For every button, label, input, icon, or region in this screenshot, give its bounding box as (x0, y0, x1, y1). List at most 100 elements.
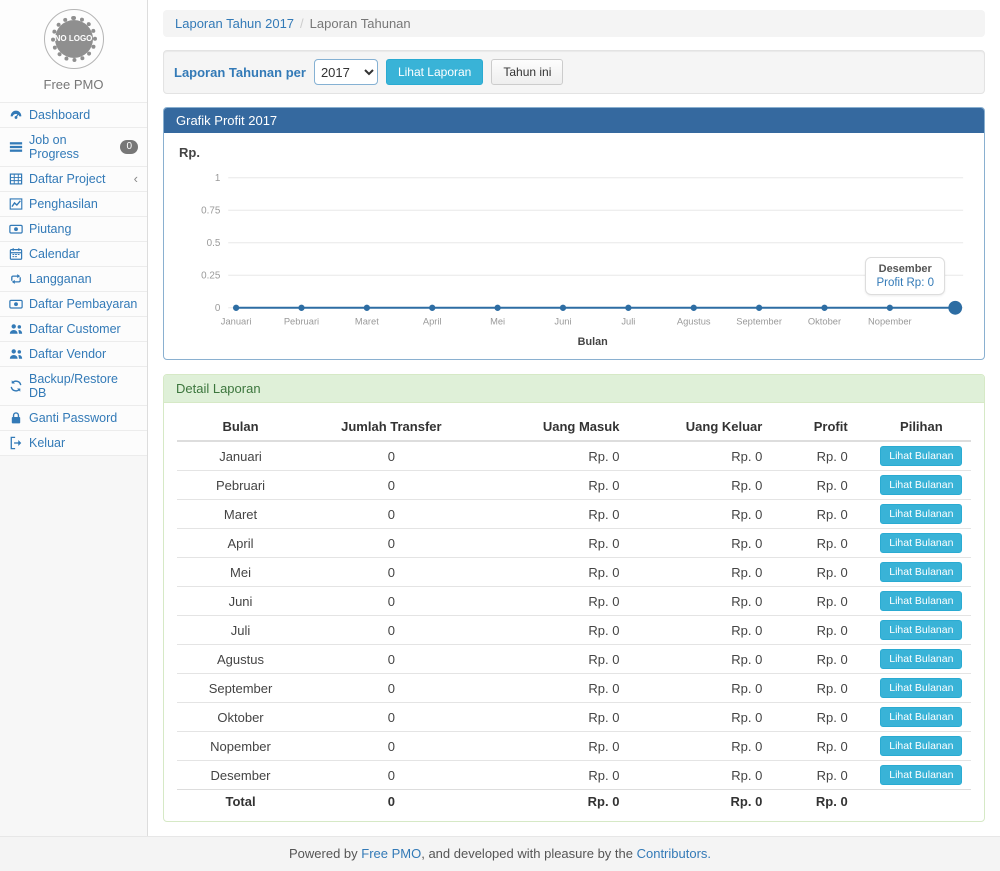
table-row: Mei0Rp. 0Rp. 0Rp. 0Lihat Bulanan (177, 558, 971, 587)
contributors-link[interactable]: Contributors. (637, 846, 711, 861)
svg-text:Mei: Mei (490, 317, 505, 327)
page-layout: NO LOGO Free PMO DashboardJob on Progres… (0, 0, 1000, 836)
col-pilihan: Pilihan (872, 413, 971, 441)
cell-uang-masuk: Rp. 0 (479, 761, 646, 790)
cell-pilihan: Lihat Bulanan (872, 703, 971, 732)
lihat-bulanan-button[interactable]: Lihat Bulanan (880, 475, 962, 495)
cell-bulan: Maret (177, 500, 304, 529)
cell-jumlah-transfer: 0 (304, 441, 479, 471)
breadcrumb-link[interactable]: Laporan Tahun 2017 (175, 16, 294, 31)
lihat-bulanan-button[interactable]: Lihat Bulanan (880, 504, 962, 524)
tasks-icon (9, 140, 23, 154)
table-row: Januari0Rp. 0Rp. 0Rp. 0Lihat Bulanan (177, 441, 971, 471)
tooltip-value: Profit Rp: 0 (876, 277, 934, 289)
cell-jumlah-transfer: 0 (304, 471, 479, 500)
cell-uang-keluar: Rp. 0 (645, 587, 788, 616)
cell-bulan: Juni (177, 587, 304, 616)
cell-pilihan: Lihat Bulanan (872, 761, 971, 790)
table-row: Pebruari0Rp. 0Rp. 0Rp. 0Lihat Bulanan (177, 471, 971, 500)
sidebar-menu-item: Backup/Restore DB (0, 367, 147, 406)
lihat-bulanan-button[interactable]: Lihat Bulanan (880, 533, 962, 553)
total-masuk: Rp. 0 (479, 790, 646, 814)
svg-text:0.5: 0.5 (207, 238, 221, 249)
sidebar-item-daftar-customer[interactable]: Daftar Customer (0, 317, 147, 342)
total-label: Total (177, 790, 304, 814)
cell-uang-masuk: Rp. 0 (479, 616, 646, 645)
svg-text:September: September (736, 317, 782, 327)
lihat-laporan-button[interactable]: Lihat Laporan (386, 59, 483, 85)
cell-uang-masuk: Rp. 0 (479, 674, 646, 703)
total-jumlah: 0 (304, 790, 479, 814)
col-profit: Profit (788, 413, 871, 441)
cell-profit: Rp. 0 (788, 674, 871, 703)
sidebar-item-job-on-progress[interactable]: Job on Progress0 (0, 128, 147, 167)
col-jumlah-transfer: Jumlah Transfer (304, 413, 479, 441)
cell-jumlah-transfer: 0 (304, 529, 479, 558)
cell-uang-keluar: Rp. 0 (645, 441, 788, 471)
cell-bulan: September (177, 674, 304, 703)
sidebar-item-penghasilan[interactable]: Penghasilan (0, 192, 147, 217)
cell-profit: Rp. 0 (788, 703, 871, 732)
cell-bulan: Oktober (177, 703, 304, 732)
sidebar-item-daftar-vendor[interactable]: Daftar Vendor (0, 342, 147, 367)
tahun-ini-button[interactable]: Tahun ini (491, 59, 563, 85)
cell-profit: Rp. 0 (788, 761, 871, 790)
sidebar-item-keluar[interactable]: Keluar (0, 431, 147, 456)
sidebar-menu: DashboardJob on Progress0Daftar Project‹… (0, 102, 147, 456)
cell-uang-keluar: Rp. 0 (645, 703, 788, 732)
lihat-bulanan-button[interactable]: Lihat Bulanan (880, 446, 962, 466)
tooltip-month: Desember (876, 263, 934, 275)
profit-line-chart[interactable]: 10.750.50.250JanuariPebruariMaretAprilMe… (177, 162, 971, 351)
lihat-bulanan-button[interactable]: Lihat Bulanan (880, 591, 962, 611)
sidebar-item-ganti-password[interactable]: Ganti Password (0, 406, 147, 431)
sidebar-item-calendar[interactable]: Calendar (0, 242, 147, 267)
chart-tooltip: Desember Profit Rp: 0 (865, 257, 945, 295)
cell-jumlah-transfer: 0 (304, 558, 479, 587)
detail-laporan-table: Bulan Jumlah Transfer Uang Masuk Uang Ke… (177, 413, 971, 813)
table-body: Januari0Rp. 0Rp. 0Rp. 0Lihat BulananPebr… (177, 441, 971, 790)
free-pmo-link[interactable]: Free PMO (361, 846, 421, 861)
cell-profit: Rp. 0 (788, 500, 871, 529)
refresh-icon (9, 379, 23, 393)
table-row: Juli0Rp. 0Rp. 0Rp. 0Lihat Bulanan (177, 616, 971, 645)
cell-profit: Rp. 0 (788, 587, 871, 616)
col-bulan: Bulan (177, 413, 304, 441)
calendar-icon (9, 247, 23, 261)
sidebar-item-daftar-pembayaran[interactable]: Daftar Pembayaran (0, 292, 147, 317)
sidebar-menu-item: Daftar Pembayaran (0, 292, 147, 317)
sidebar-menu-item: Langganan (0, 267, 147, 292)
lihat-bulanan-button[interactable]: Lihat Bulanan (880, 678, 962, 698)
lihat-bulanan-button[interactable]: Lihat Bulanan (880, 562, 962, 582)
cell-uang-keluar: Rp. 0 (645, 674, 788, 703)
cell-jumlah-transfer: 0 (304, 500, 479, 529)
cell-jumlah-transfer: 0 (304, 674, 479, 703)
cell-profit: Rp. 0 (788, 441, 871, 471)
year-select[interactable]: 2017 (314, 59, 378, 85)
sidebar-item-backup-restore-db[interactable]: Backup/Restore DB (0, 367, 147, 406)
lihat-bulanan-button[interactable]: Lihat Bulanan (880, 649, 962, 669)
cell-pilihan: Lihat Bulanan (872, 732, 971, 761)
sidebar-item-daftar-project[interactable]: Daftar Project‹ (0, 167, 147, 192)
lihat-bulanan-button[interactable]: Lihat Bulanan (880, 736, 962, 756)
cell-uang-masuk: Rp. 0 (479, 558, 646, 587)
cell-uang-masuk: Rp. 0 (479, 703, 646, 732)
cell-uang-masuk: Rp. 0 (479, 587, 646, 616)
lihat-bulanan-button[interactable]: Lihat Bulanan (880, 707, 962, 727)
lihat-bulanan-button[interactable]: Lihat Bulanan (880, 765, 962, 785)
cell-uang-masuk: Rp. 0 (479, 732, 646, 761)
svg-text:0.75: 0.75 (201, 206, 221, 217)
sign-out-icon (9, 436, 23, 450)
cell-uang-keluar: Rp. 0 (645, 761, 788, 790)
sidebar-item-langganan[interactable]: Langganan (0, 267, 147, 292)
page-footer: Powered by Free PMO, and developed with … (0, 836, 1000, 871)
main-content: Laporan Tahun 2017/Laporan Tahunan Lapor… (148, 0, 1000, 836)
sidebar-item-piutang[interactable]: Piutang (0, 217, 147, 242)
svg-text:Pebruari: Pebruari (284, 317, 319, 327)
cell-uang-keluar: Rp. 0 (645, 558, 788, 587)
sidebar-item-label: Keluar (29, 436, 65, 450)
lihat-bulanan-button[interactable]: Lihat Bulanan (880, 620, 962, 640)
cell-pilihan: Lihat Bulanan (872, 441, 971, 471)
chevron-left-icon: ‹ (134, 173, 138, 185)
sidebar-item-dashboard[interactable]: Dashboard (0, 103, 147, 128)
cell-bulan: Januari (177, 441, 304, 471)
